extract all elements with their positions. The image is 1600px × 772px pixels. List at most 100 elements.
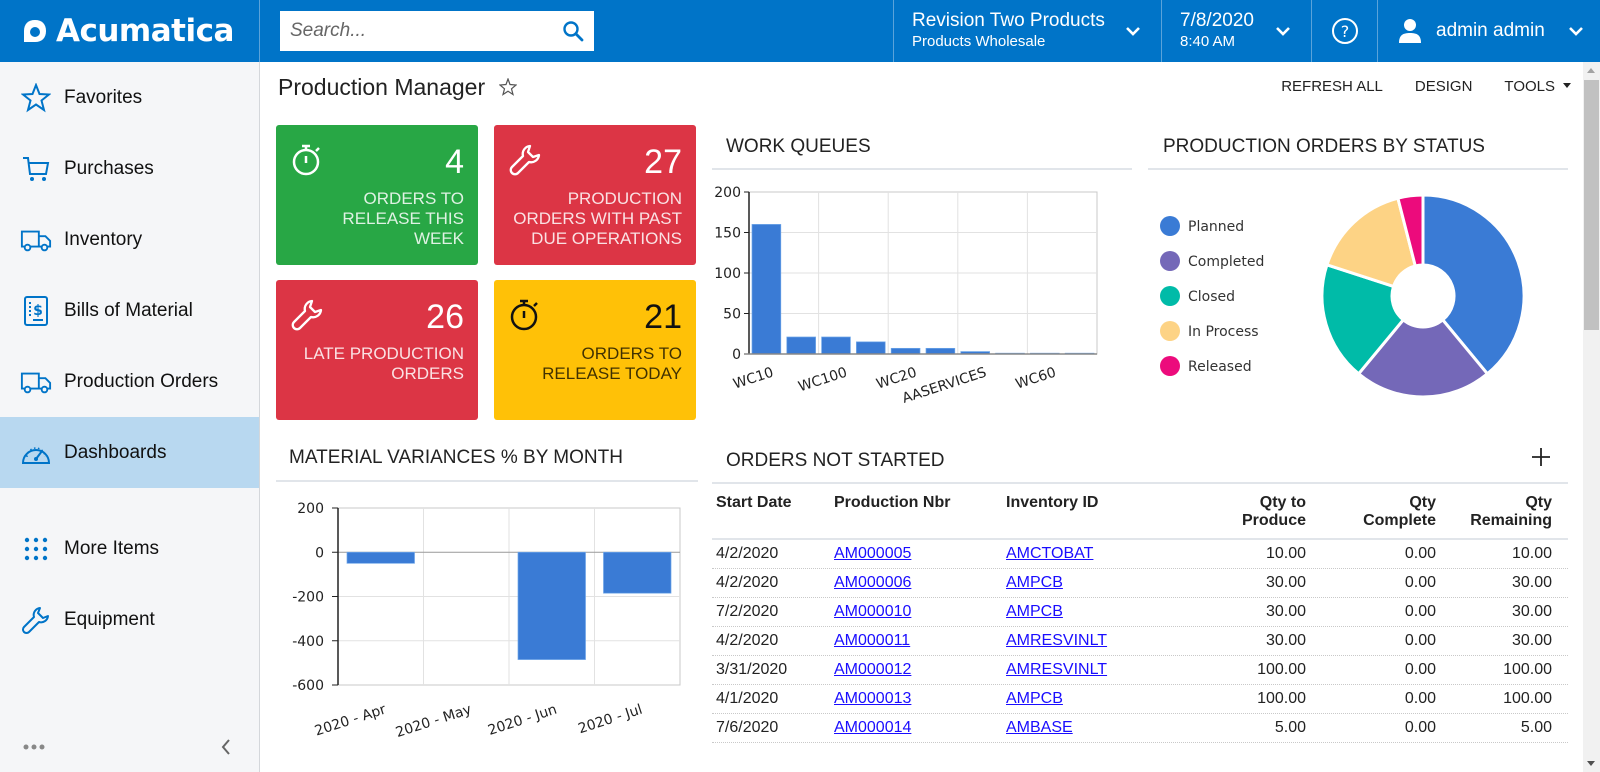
company-branch-selector[interactable]: Revision Two Products Products Wholesale [894, 0, 1162, 62]
table-row[interactable]: 4/2/2020 AM000006 AMPCB 30.00 0.00 30.00 [712, 569, 1568, 598]
production-nbr-link[interactable]: AM000011 [834, 632, 910, 649]
bar[interactable] [856, 341, 886, 355]
kpi-tile-past-due-operations[interactable]: 27 PRODUCTION ORDERS WITH PAST DUE OPERA… [494, 125, 696, 265]
column-header-qty-to-produce[interactable]: Qty to Produce [1202, 494, 1306, 538]
more-options-icon[interactable] [22, 743, 46, 751]
table-row[interactable]: 4/1/2020 AM000013 AMPCB 100.00 0.00 100.00 [712, 685, 1568, 714]
inventory-id-link[interactable]: AMBASE [1006, 719, 1073, 736]
legend-swatch [1160, 286, 1180, 306]
scroll-down-arrow-icon[interactable] [1587, 761, 1595, 766]
sidebar-item-label: Bills of Material [64, 299, 193, 321]
scrollbar-thumb[interactable] [1584, 80, 1599, 330]
cell-value: 30.00 [1511, 632, 1552, 649]
bar[interactable] [517, 551, 586, 660]
chevron-down-icon [1126, 27, 1140, 36]
collapse-sidebar-icon[interactable] [220, 738, 232, 756]
material-variances-chart: -600 -400 -200 0 200 2020 - Apr 2020 - May 2020… [292, 501, 681, 741]
production-nbr-link[interactable]: AM000005 [834, 545, 911, 562]
sidebar-item-inventory[interactable]: Inventory [0, 204, 259, 275]
table-row[interactable]: 4/2/2020 AM000005 AMCTOBAT 10.00 0.00 10.00 [712, 540, 1568, 569]
refresh-all-button[interactable]: REFRESH ALL [1281, 78, 1383, 95]
qty-to-produce-cell: 100.00 [1202, 690, 1306, 708]
cell-value: 0.00 [1404, 545, 1436, 562]
column-header-qty-complete[interactable]: Qty Complete [1306, 494, 1436, 538]
production-nbr-link[interactable]: AM000010 [834, 603, 911, 620]
sidebar-item-equipment[interactable]: Equipment [0, 584, 259, 655]
bar[interactable] [346, 551, 415, 564]
bar[interactable] [925, 347, 956, 355]
qty-to-produce-cell: 10.00 [1202, 545, 1306, 563]
production-nbr-link[interactable]: AM000014 [834, 719, 911, 736]
kpi-tile-orders-release-today[interactable]: 21 ORDERS TO RELEASE TODAY [494, 280, 696, 420]
column-header-production-nbr[interactable]: Production Nbr [826, 494, 1002, 538]
user-menu[interactable]: admin admin [1378, 0, 1600, 62]
legend-label[interactable]: Planned [1188, 219, 1244, 235]
inventory-id-link[interactable]: AMPCB [1006, 574, 1063, 591]
start-date-cell: 4/2/2020 [712, 632, 826, 650]
production-nbr-link[interactable]: AM000012 [834, 661, 911, 678]
cell-value: 100.00 [1503, 690, 1552, 707]
help-icon: ? [1331, 18, 1358, 44]
sidebar-item-purchases[interactable]: Purchases [0, 133, 259, 204]
kpi-tile-late-production-orders[interactable]: 26 LATE PRODUCTION ORDERS [276, 280, 478, 420]
truck-icon [20, 224, 52, 256]
inventory-id-link[interactable]: AMCTOBAT [1006, 545, 1093, 562]
column-header-inventory-id[interactable]: Inventory ID [1002, 494, 1202, 538]
y-tick-label: 0 [315, 545, 324, 561]
add-icon[interactable] [1530, 446, 1552, 468]
widget-divider [1148, 168, 1568, 170]
bar[interactable] [751, 224, 782, 355]
bar[interactable] [603, 551, 672, 594]
inventory-id-link[interactable]: AMRESVINLT [1006, 661, 1107, 678]
sidebar-item-bills-of-material[interactable]: $ Bills of Material [0, 275, 259, 346]
production-nbr-link[interactable]: AM000013 [834, 690, 911, 707]
help-button[interactable]: ? [1312, 0, 1378, 62]
work-queues-title: WORK QUEUES [726, 136, 871, 157]
bar[interactable] [821, 336, 851, 355]
table-row[interactable]: 7/2/2020 AM000010 AMPCB 30.00 0.00 30.00 [712, 598, 1568, 627]
cell-value: 7/6/2020 [716, 719, 779, 736]
table-row[interactable]: 3/31/2020 AM000012 AMRESVINLT 100.00 0.00 100… [712, 656, 1568, 685]
sidebar-item-label: Purchases [64, 157, 154, 179]
table-row[interactable]: 7/6/2020 AM000014 AMBASE 5.00 0.00 5.00 [712, 714, 1568, 743]
legend-label[interactable]: Closed [1188, 289, 1235, 305]
legend-label[interactable]: In Process [1188, 324, 1259, 340]
production-nbr-cell: AM000013 [826, 690, 1002, 708]
bar[interactable] [786, 336, 816, 355]
bar[interactable] [890, 347, 921, 355]
chevron-down-icon [1569, 27, 1583, 36]
inventory-id-link[interactable]: AMRESVINLT [1006, 632, 1107, 649]
qty-remaining-cell: 30.00 [1436, 603, 1560, 621]
production-nbr-link[interactable]: AM000006 [834, 574, 911, 591]
column-header-qty-remaining[interactable]: Qty Remaining [1436, 494, 1560, 538]
logo[interactable]: Acumatica [0, 0, 260, 62]
vertical-scrollbar[interactable] [1583, 62, 1600, 772]
qty-remaining-cell: 100.00 [1436, 661, 1560, 679]
kpi-tile-orders-release-week[interactable]: 4 ORDERS TO RELEASE THIS WEEK [276, 125, 478, 265]
sidebar-item-more-items[interactable]: More Items [0, 513, 259, 584]
qty-to-produce-cell: 100.00 [1202, 661, 1306, 679]
cell-value: 30.00 [1265, 574, 1306, 591]
tools-menu-button[interactable]: TOOLS [1504, 78, 1571, 95]
design-button[interactable]: DESIGN [1415, 78, 1473, 95]
search-icon[interactable] [562, 20, 584, 42]
inventory-id-link[interactable]: AMPCB [1006, 690, 1063, 707]
table-row[interactable]: 4/2/2020 AM000011 AMRESVINLT 30.00 0.00 30.00 [712, 627, 1568, 656]
sidebar-item-dashboards[interactable]: Dashboards [0, 417, 259, 488]
cell-value: 100.00 [1257, 661, 1306, 678]
stopwatch-icon [510, 299, 538, 331]
legend-label[interactable]: Released [1188, 359, 1252, 375]
business-date-selector[interactable]: 7/8/2020 8:40 AM [1162, 0, 1312, 62]
grid-dots-icon [20, 533, 52, 565]
column-header-start-date[interactable]: Start Date [712, 494, 826, 538]
search-input[interactable] [290, 20, 562, 42]
sidebar-item-favorites[interactable]: Favorites [0, 62, 259, 133]
table-header: Start Date Production Nbr Inventory ID Q… [712, 484, 1568, 540]
favorite-star-icon[interactable] [499, 78, 518, 96]
legend-label[interactable]: Completed [1188, 254, 1264, 270]
cell-value: 0.00 [1404, 690, 1436, 707]
cell-value: 0.00 [1404, 661, 1436, 678]
sidebar-item-production-orders[interactable]: Production Orders [0, 346, 259, 417]
inventory-id-link[interactable]: AMPCB [1006, 603, 1063, 620]
scroll-up-arrow-icon[interactable] [1587, 68, 1595, 73]
